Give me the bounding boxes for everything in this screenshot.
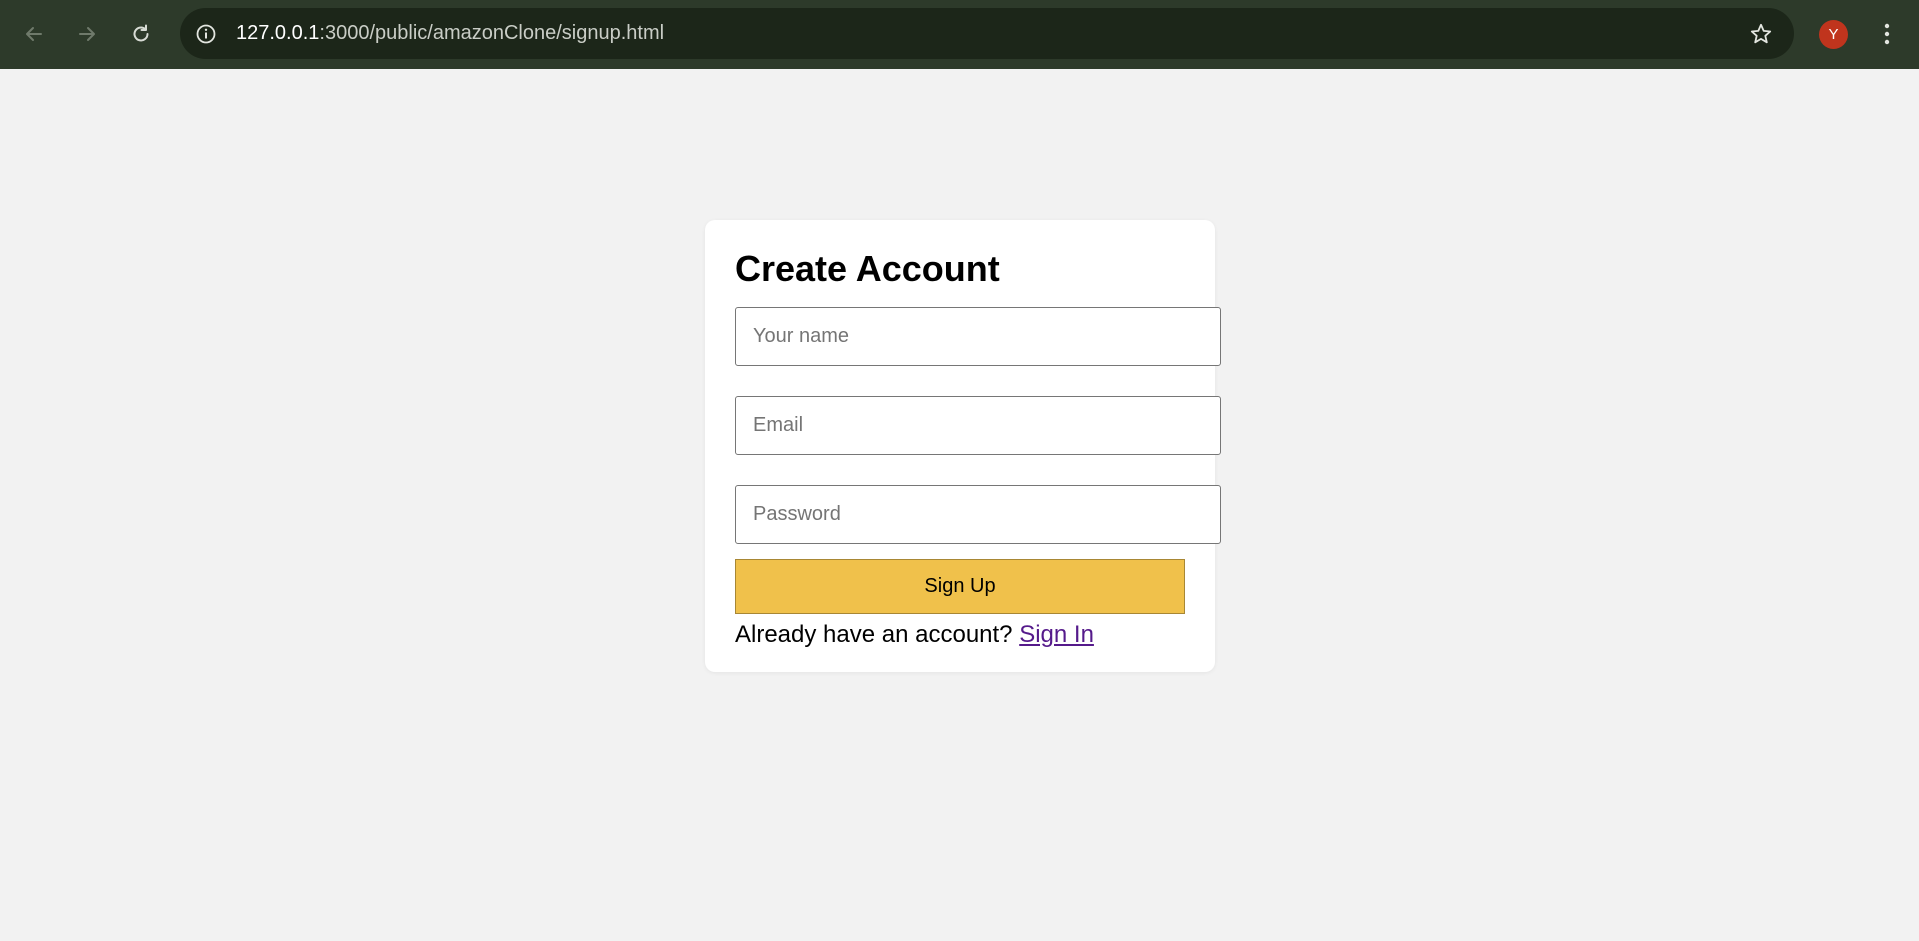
signin-prompt-text: Already have an account?: [735, 621, 1013, 648]
forward-arrow-icon: [79, 27, 95, 41]
signin-prompt: Already have an account? Sign In: [735, 615, 1094, 655]
sign-in-link[interactable]: Sign In: [1019, 621, 1094, 648]
reload-button[interactable]: [124, 17, 158, 51]
back-arrow-icon: [26, 27, 42, 41]
email-input[interactable]: [735, 396, 1221, 455]
profile-avatar[interactable]: Y: [1819, 20, 1848, 49]
back-button[interactable]: [17, 17, 51, 51]
address-bar[interactable]: 127.0.0.1:3000/public/amazonClone/signup…: [180, 8, 1794, 59]
kebab-menu-icon: [1884, 23, 1890, 45]
reload-icon: [133, 24, 149, 42]
page-title: Create Account: [735, 248, 1000, 289]
site-info-button[interactable]: [192, 20, 219, 47]
url-path: :3000/public/amazonClone/signup.html: [319, 22, 665, 44]
url-host: 127.0.0.1: [236, 22, 320, 44]
browser-menu-button[interactable]: [1872, 18, 1902, 50]
password-input[interactable]: [735, 485, 1221, 544]
bookmark-button[interactable]: [1747, 20, 1774, 47]
browser-toolbar: 127.0.0.1:3000/public/amazonClone/signup…: [0, 0, 1919, 69]
star-icon: [1750, 23, 1771, 43]
signup-card: Create Account Sign Up Already have an a…: [705, 220, 1221, 672]
name-input[interactable]: [735, 307, 1221, 366]
info-icon: [196, 24, 215, 43]
url-text: 127.0.0.1:3000/public/amazonClone/signup…: [236, 8, 664, 59]
forward-button[interactable]: [70, 17, 104, 51]
sign-up-button[interactable]: Sign Up: [735, 559, 1185, 614]
